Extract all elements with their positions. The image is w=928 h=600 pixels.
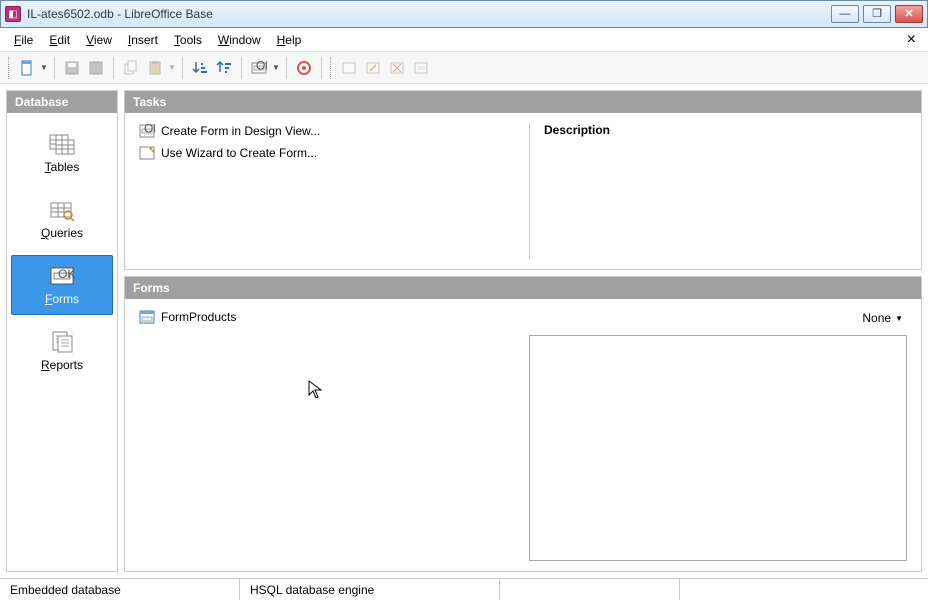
copy-button[interactable] (120, 57, 142, 79)
document-close-button[interactable]: × (901, 31, 922, 49)
task-label: Create Form in Design View... (161, 124, 320, 138)
tables-icon (48, 132, 76, 156)
sort-desc-button[interactable] (213, 57, 235, 79)
help-button[interactable] (293, 57, 315, 79)
statusbar: Embedded database HSQL database engine (0, 578, 928, 600)
open-object-button[interactable] (338, 57, 360, 79)
delete-object-button[interactable] (386, 57, 408, 79)
form-dropdown[interactable]: ▼ (272, 63, 280, 72)
description-label: Description (544, 123, 907, 137)
sidebar-item-label: Tables (45, 160, 80, 174)
sidebar-item-label: Queries (41, 226, 83, 240)
sort-asc-button[interactable] (189, 57, 211, 79)
status-cell-3 (500, 579, 680, 600)
status-cell-4 (680, 579, 928, 600)
form-item-formproducts[interactable]: FormProducts (139, 309, 519, 325)
description-panel: Description (529, 123, 907, 259)
toolbar-separator (113, 57, 114, 79)
form-icon (139, 309, 155, 325)
reports-icon (48, 330, 76, 354)
maximize-icon: ❐ (872, 9, 882, 20)
sidebar-item-label: Reports (41, 358, 83, 372)
sidebar-item-forms[interactable]: OK Forms (11, 255, 113, 315)
tasks-body: OK Create Form in Design View... Use Wiz… (125, 113, 921, 269)
form-design-icon: OK (139, 123, 155, 139)
minimize-button[interactable]: — (831, 5, 859, 23)
tasks-list: OK Create Form in Design View... Use Wiz… (139, 123, 519, 259)
toolbar-separator (182, 57, 183, 79)
toolbar-separator (286, 57, 287, 79)
forms-section: Forms FormProducts None ▼ (124, 276, 922, 572)
save-button[interactable] (61, 57, 83, 79)
content-area: Database Tables Queries OK Forms Reports (0, 84, 928, 578)
menu-edit[interactable]: Edit (41, 30, 78, 50)
tasks-header: Tasks (125, 91, 921, 113)
svg-text:OK: OK (256, 60, 267, 73)
paste-dropdown[interactable]: ▼ (168, 63, 176, 72)
database-sidebar: Database Tables Queries OK Forms Reports (6, 90, 118, 572)
menu-file[interactable]: File (6, 30, 41, 50)
sidebar-nav: Tables Queries OK Forms Reports (7, 113, 117, 571)
save-as-button[interactable] (85, 57, 107, 79)
window-buttons: — ❐ ✕ (831, 5, 923, 23)
task-form-wizard[interactable]: Use Wizard to Create Form... (139, 145, 519, 161)
task-create-form-design[interactable]: OK Create Form in Design View... (139, 123, 519, 139)
toolbar: ▼ ▼ OK ▼ (0, 52, 928, 84)
menu-help[interactable]: Help (269, 30, 310, 50)
sidebar-item-reports[interactable]: Reports (11, 321, 113, 381)
app-icon: ◧ (5, 6, 21, 22)
tasks-section: Tasks OK Create Form in Design View... U… (124, 90, 922, 270)
maximize-button[interactable]: ❐ (863, 5, 891, 23)
forms-preview-area: None ▼ (529, 309, 907, 561)
menu-view[interactable]: View (78, 30, 120, 50)
toolbar-separator (321, 57, 322, 79)
task-label: Use Wizard to Create Form... (161, 146, 317, 160)
forms-list: FormProducts (139, 309, 519, 561)
titlebar: ◧ IL-ates6502.odb - LibreOffice Base — ❐… (0, 0, 928, 28)
rename-object-button[interactable] (410, 57, 432, 79)
chevron-down-icon: ▼ (895, 314, 903, 323)
toolbar-separator (54, 57, 55, 79)
forms-body: FormProducts None ▼ (125, 299, 921, 571)
menubar: File Edit View Insert Tools Window Help … (0, 28, 928, 52)
menu-insert[interactable]: Insert (120, 30, 166, 50)
close-icon: ✕ (904, 9, 913, 20)
edit-object-button[interactable] (362, 57, 384, 79)
form-item-label: FormProducts (161, 310, 236, 324)
svg-text:OK: OK (144, 123, 155, 136)
preview-mode-label: None (862, 311, 891, 325)
toolbar-grip[interactable] (8, 57, 12, 79)
preview-box (529, 335, 907, 561)
form-wizard-icon (139, 145, 155, 161)
new-doc-dropdown[interactable]: ▼ (40, 63, 48, 72)
minimize-icon: — (840, 9, 851, 20)
paste-button[interactable] (144, 57, 166, 79)
forms-icon: OK (48, 264, 76, 288)
menu-tools[interactable]: Tools (166, 30, 210, 50)
main-area: Tasks OK Create Form in Design View... U… (124, 90, 922, 572)
sidebar-item-queries[interactable]: Queries (11, 189, 113, 249)
close-button[interactable]: ✕ (895, 5, 923, 23)
queries-icon (48, 198, 76, 222)
window-title: IL-ates6502.odb - LibreOffice Base (27, 7, 831, 21)
status-engine: HSQL database engine (240, 579, 500, 600)
form-button[interactable]: OK (248, 57, 270, 79)
sidebar-header: Database (7, 91, 117, 113)
new-doc-button[interactable] (16, 57, 38, 79)
svg-text:OK: OK (58, 267, 75, 281)
menu-window[interactable]: Window (210, 30, 269, 50)
sidebar-item-tables[interactable]: Tables (11, 123, 113, 183)
sidebar-item-label: Forms (45, 292, 79, 306)
forms-header: Forms (125, 277, 921, 299)
status-db-type: Embedded database (0, 579, 240, 600)
toolbar-separator (241, 57, 242, 79)
preview-mode-dropdown[interactable]: None ▼ (858, 309, 907, 327)
toolbar-grip[interactable] (330, 57, 334, 79)
